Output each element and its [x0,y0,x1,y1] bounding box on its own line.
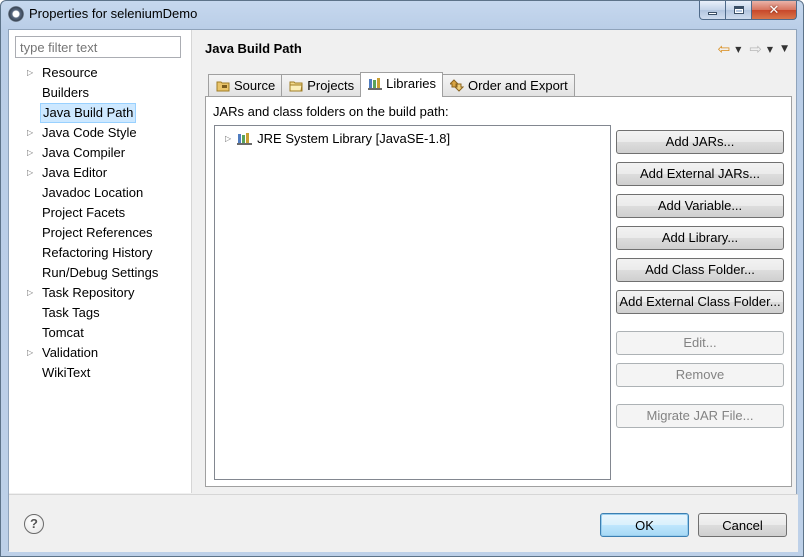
property-page-tree: ▷ Resource Builders Java Build Path ▷ Java Co… [9,63,192,383]
eclipse-app-icon [8,6,24,22]
view-menu-icon[interactable]: ▼ [781,44,788,54]
maximize-icon [733,6,744,14]
library-icon [237,132,253,145]
projects-icon [289,81,303,92]
add-external-class-folder-button[interactable]: Add External Class Folder... [616,290,784,314]
properties-window: Properties for seleniumDemo ✕ ▷ Resource B… [0,0,804,557]
sidebar-item-label: Tomcat [42,325,84,340]
sidebar-item-label: Javadoc Location [42,185,144,200]
sidebar-item[interactable]: Java Build Path [9,103,192,123]
sidebar-item-label: Java Compiler [42,145,126,160]
navigation-buttons: ⇦ ▼ ⇨ ▼ ▼ [718,40,788,58]
main-panel: Java Build Path ⇦ ▼ ⇨ ▼ ▼ Source Project… [193,30,798,493]
tab-label: Libraries [386,76,437,91]
libraries-tree[interactable]: ▷ JRE System Library [JavaSE-1.8] [214,125,611,480]
sidebar-item[interactable]: ▷ Resource [9,63,192,83]
migrate-jar-button[interactable]: Migrate JAR File... [616,404,784,428]
tab-order-export[interactable]: Order and Export [442,74,575,96]
library-item[interactable]: ▷ JRE System Library [JavaSE-1.8] [225,130,450,146]
sidebar-item-label: Refactoring History [42,245,153,260]
minimize-icon [708,11,717,15]
sidebar-item-label: Project References [42,225,153,240]
libraries-icon [368,78,383,90]
sidebar-item[interactable]: Javadoc Location [9,183,192,203]
sidebar-item[interactable]: ▷ Java Compiler [9,143,192,163]
sidebar-item[interactable]: WikiText [9,363,192,383]
close-icon: ✕ [768,2,780,18]
sidebar: ▷ Resource Builders Java Build Path ▷ Java Co… [9,30,192,493]
build-path-tabs: Source Projects Libraries Order and Expo… [208,72,575,97]
sidebar-item[interactable]: Builders [9,83,192,103]
sidebar-item[interactable]: ▷ Task Repository [9,283,192,303]
add-external-jars-button[interactable]: Add External JARs... [616,162,784,186]
back-arrow-icon[interactable]: ⇦ [718,40,731,58]
sidebar-item[interactable]: Tomcat [9,323,192,343]
forward-arrow-icon[interactable]: ⇨ [749,40,762,58]
sidebar-item-label: Project Facets [42,205,126,220]
sidebar-item-label: Java Build Path [40,103,137,123]
expand-arrow-icon[interactable]: ▷ [27,283,33,303]
tab-libraries[interactable]: Libraries [360,72,444,97]
close-button[interactable]: ✕ [752,1,797,20]
libraries-heading: JARs and class folders on the build path… [213,104,449,119]
sidebar-item[interactable]: Run/Debug Settings [9,263,192,283]
page-title: Java Build Path [205,41,302,56]
window-controls: ✕ [699,1,797,21]
sidebar-item-label: Resource [42,65,98,80]
maximize-button[interactable] [726,1,752,20]
expand-arrow-icon[interactable]: ▷ [27,143,33,163]
sidebar-item-label: Task Tags [42,305,100,320]
expand-arrow-icon[interactable]: ▷ [27,163,33,183]
tab-label: Projects [307,78,355,93]
sidebar-item[interactable]: Project Facets [9,203,192,223]
sidebar-item-label: Java Code Style [42,125,137,140]
edit-button[interactable]: Edit... [616,331,784,355]
expand-arrow-icon[interactable]: ▷ [27,343,33,363]
expand-arrow-icon[interactable]: ▷ [27,123,33,143]
help-icon[interactable]: ? [24,514,44,534]
minimize-button[interactable] [699,1,726,20]
forward-dropdown-icon[interactable]: ▼ [767,45,773,54]
dialog-button-bar: ? OK Cancel [9,494,798,552]
sidebar-item-label: Java Editor [42,165,108,180]
add-class-folder-button[interactable]: Add Class Folder... [616,258,784,282]
expand-arrow-icon[interactable]: ▷ [27,63,33,83]
title-bar[interactable]: Properties for seleniumDemo ✕ [1,1,803,28]
sidebar-item-label: Task Repository [42,285,135,300]
expand-arrow-icon[interactable]: ▷ [225,134,231,143]
window-title: Properties for seleniumDemo [29,6,198,21]
dialog-client-area: ▷ Resource Builders Java Build Path ▷ Java Co… [8,29,798,552]
order-export-icon [450,79,465,92]
tab-label: Source [234,78,276,93]
sidebar-item[interactable]: ▷ Java Editor [9,163,192,183]
add-variable-button[interactable]: Add Variable... [616,194,784,218]
sidebar-item-label: Builders [42,85,89,100]
sidebar-item-label: WikiText [42,365,91,380]
tab-source[interactable]: Source [208,74,283,96]
add-jars-button[interactable]: Add JARs... [616,130,784,154]
add-library-button[interactable]: Add Library... [616,226,784,250]
sidebar-item[interactable]: ▷ Validation [9,343,192,363]
tab-projects[interactable]: Projects [281,74,362,96]
library-label: JRE System Library [JavaSE-1.8] [257,130,451,146]
remove-button[interactable]: Remove [616,363,784,387]
ok-button[interactable]: OK [600,513,689,537]
sidebar-item-label: Validation [42,345,99,360]
libraries-tab-panel: JARs and class folders on the build path… [205,96,792,487]
source-folder-icon [216,81,230,92]
tab-label: Order and Export [468,78,568,93]
sidebar-item[interactable]: Project References [9,223,192,243]
sidebar-item[interactable]: ▷ Java Code Style [9,123,192,143]
sidebar-item[interactable]: Task Tags [9,303,192,323]
filter-input[interactable] [15,36,181,58]
sidebar-item[interactable]: Refactoring History [9,243,192,263]
sidebar-item-label: Run/Debug Settings [42,265,159,280]
cancel-button[interactable]: Cancel [698,513,787,537]
back-dropdown-icon[interactable]: ▼ [735,45,741,54]
